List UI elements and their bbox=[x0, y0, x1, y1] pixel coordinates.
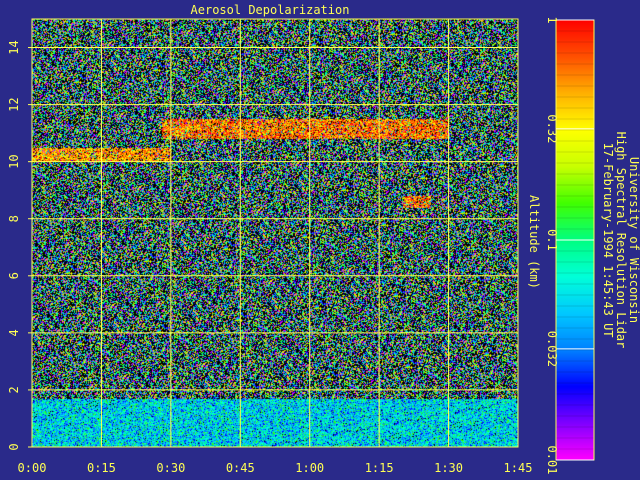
y-tick-label: 4 bbox=[7, 329, 21, 336]
x-tick-label: 1:00 bbox=[295, 461, 324, 475]
y-tick-label: 14 bbox=[7, 40, 21, 54]
chart-title: Aerosol Depolarization bbox=[191, 3, 350, 17]
colorbar-tick-label: 0.32 bbox=[545, 114, 559, 143]
colorbar-tick-label: 0.1 bbox=[545, 229, 559, 251]
y-tick-label: 8 bbox=[7, 215, 21, 222]
plot-overlay: Aerosol Depolarization 0 2 4 6 8 10 12 14 0:00 0:1… bbox=[7, 3, 640, 475]
caption-line-3: 17-February-1994 1:45:43 UT bbox=[601, 142, 615, 337]
colorbar-tick-label: 1 bbox=[545, 16, 559, 23]
lidar-figure: Aerosol Depolarization 0 2 4 6 8 10 12 14 0:00 0:1… bbox=[0, 0, 640, 480]
y-tick-label: 12 bbox=[7, 97, 21, 111]
x-tick-label: 0:00 bbox=[18, 461, 47, 475]
y-tick-label: 6 bbox=[7, 272, 21, 279]
colorbar-tick-label: 0.032 bbox=[545, 331, 559, 367]
caption-line-2: High Spectral Resolution Lidar bbox=[614, 132, 628, 349]
y-tick-label: 10 bbox=[7, 154, 21, 168]
x-tick-label: 0:15 bbox=[87, 461, 116, 475]
x-tick-label: 0:30 bbox=[156, 461, 185, 475]
x-tick-label: 1:15 bbox=[365, 461, 394, 475]
x-tick-label: 1:30 bbox=[434, 461, 463, 475]
x-tick-label: 0:45 bbox=[226, 461, 255, 475]
y-axis-label: Altitude (km) bbox=[527, 195, 541, 289]
colorbar-tick-label: 0.01 bbox=[545, 446, 559, 475]
y-tick-label: 2 bbox=[7, 386, 21, 393]
y-tick-label: 0 bbox=[7, 443, 21, 450]
plot-frame bbox=[31, 18, 519, 448]
x-tick-label: 1:45 bbox=[504, 461, 533, 475]
